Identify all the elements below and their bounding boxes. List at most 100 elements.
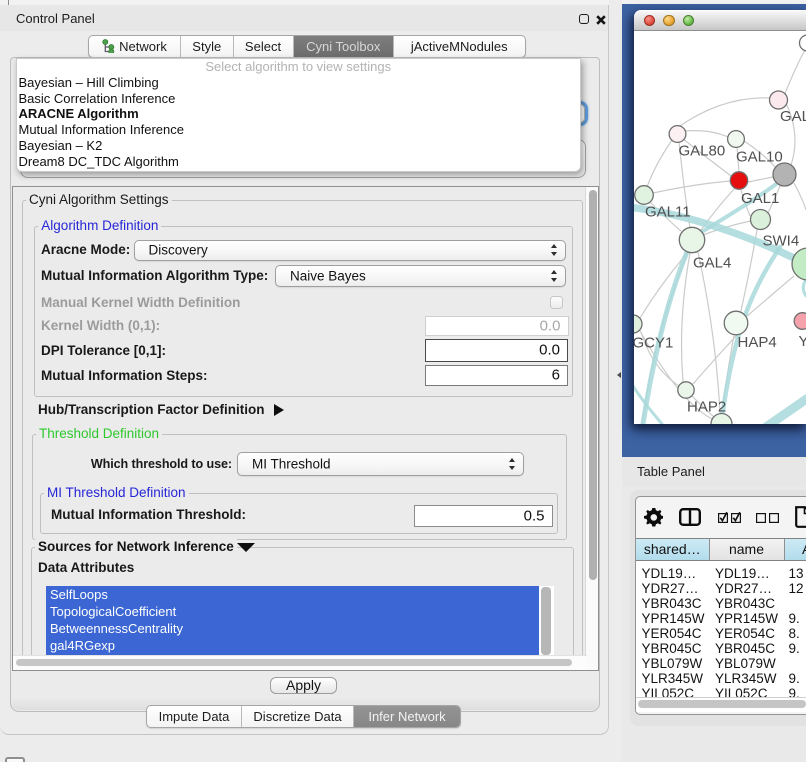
- float-window-icon[interactable]: [579, 14, 589, 24]
- network-edge: [794, 183, 806, 210]
- divider-collapse-arrow[interactable]: [617, 372, 621, 378]
- cell-name: YBL079W: [715, 656, 776, 671]
- mi-type-label: Mutual Information Algorithm Type:: [41, 267, 268, 285]
- table-row[interactable]: YBL079WYBL079W: [636, 656, 806, 671]
- tab-discretize-data[interactable]: Discretize Data: [242, 706, 354, 727]
- cyni-algorithm-settings-title: Cyni Algorithm Settings: [26, 192, 172, 207]
- aracne-mode-label: Aracne Mode:: [41, 241, 130, 259]
- table-row[interactable]: YER054CYER054C8.: [636, 626, 806, 641]
- which-threshold-combo[interactable]: MI Threshold: [237, 452, 524, 476]
- cell-name: YDL19…: [715, 566, 770, 581]
- network-node-GAL80[interactable]: [669, 126, 686, 143]
- kernel-width-field[interactable]: 0.0: [425, 316, 569, 336]
- mi-type-value: Naive Bayes: [290, 268, 366, 283]
- network-node-HAP4[interactable]: [724, 311, 748, 335]
- table-row[interactable]: YBR043CYBR043C: [636, 596, 806, 611]
- zoom-traffic-light[interactable]: [683, 15, 695, 27]
- mi-threshold-field[interactable]: 0.5: [414, 505, 553, 528]
- table-panel: Table Panel: [622, 457, 806, 762]
- tab-infer-network[interactable]: Infer Network: [354, 706, 460, 727]
- table-row[interactable]: YDL19…YDL19…13: [636, 566, 806, 581]
- split-panel-icon[interactable]: [679, 508, 701, 526]
- column-header-name[interactable]: name: [710, 539, 785, 560]
- document-icon[interactable]: [794, 506, 806, 528]
- list-item[interactable]: gal4RGexp: [46, 637, 539, 654]
- network-node-edge-top[interactable]: [800, 35, 806, 51]
- network-node-gray-node[interactable]: [773, 163, 796, 186]
- node-attribute-table[interactable]: shared…nameAYDL19…YDL19…13YDR27…YDR27…12…: [636, 538, 806, 697]
- node-label-GAL-pink: GAL: [780, 108, 806, 125]
- mi-steps-field[interactable]: 6: [425, 365, 568, 387]
- cell-c3: 13: [789, 566, 804, 581]
- sources-collapse-arrow-icon[interactable]: [237, 543, 255, 552]
- network-node-GAL1[interactable]: [730, 172, 747, 189]
- close-icon[interactable]: [596, 15, 606, 25]
- cell-c3: 9.: [789, 611, 800, 626]
- table-row[interactable]: YBR045CYBR045C9.: [636, 641, 806, 656]
- select-all-icon[interactable]: [718, 512, 742, 523]
- menu-item[interactable]: Basic Correlation Inference: [17, 91, 580, 107]
- network-window-titlebar[interactable]: [634, 10, 806, 31]
- node-label-HAP4: HAP4: [738, 334, 777, 351]
- hub-definition-label[interactable]: Hub/Transcription Factor Definition: [38, 401, 265, 419]
- network-node-GAL11[interactable]: [635, 186, 654, 205]
- list-item[interactable]: SelfLoops: [46, 586, 539, 603]
- tab-select[interactable]: Select: [234, 36, 294, 57]
- menu-item[interactable]: Mutual Information Inference: [17, 122, 580, 138]
- tab-cyni-toolbox[interactable]: Cyni Toolbox: [294, 36, 395, 57]
- table-row[interactable]: YDR27…YDR27…12: [636, 581, 806, 596]
- menu-item[interactable]: ARACNE Algorithm: [17, 106, 580, 122]
- column-header-label: shared…: [644, 541, 701, 557]
- network-node-GAL10[interactable]: [728, 131, 745, 148]
- vertical-scrollbar-thumb[interactable]: [589, 190, 597, 580]
- column-header-shared[interactable]: shared…: [636, 539, 710, 560]
- split-divider[interactable]: [609, 0, 622, 762]
- list-item[interactable]: TopologicalCoefficient: [46, 603, 539, 620]
- list-item[interactable]: BetweennessCentrality: [46, 620, 539, 637]
- network-node-GAL-pink[interactable]: [770, 91, 788, 109]
- menu-item[interactable]: Dream8 DC_TDC Algorithm: [17, 154, 580, 170]
- column-header-label: A: [785, 539, 806, 560]
- apply-button[interactable]: Apply: [270, 677, 337, 695]
- manual-kernel-label: Manual Kernel Width Definition: [41, 294, 240, 312]
- network-node-Y-pink[interactable]: [794, 313, 806, 330]
- tab-network[interactable]: Network: [89, 36, 181, 57]
- bottom-left-button[interactable]: [5, 757, 25, 762]
- network-edge: [677, 98, 770, 128]
- list-scrollbar-thumb[interactable]: [541, 587, 551, 655]
- menu-item[interactable]: Bayesian – Hill Climbing: [17, 75, 580, 91]
- network-edge: [647, 140, 672, 187]
- data-attributes-list[interactable]: SelfLoopsTopologicalCoefficientBetweenne…: [46, 586, 555, 656]
- minimize-traffic-light[interactable]: [663, 15, 675, 27]
- tab-impute-data[interactable]: Impute Data: [147, 706, 242, 727]
- dpi-tolerance-label: DPI Tolerance [0,1]:: [41, 342, 166, 360]
- table-row[interactable]: YPR145WYPR145W9.: [636, 611, 806, 626]
- sources-group-title[interactable]: Sources for Network Inference: [35, 539, 237, 554]
- column-header-A[interactable]: A: [785, 539, 806, 560]
- network-node-big-green[interactable]: [792, 248, 806, 280]
- close-traffic-light[interactable]: [644, 15, 656, 27]
- horizontal-scrollbar-thumb[interactable]: [16, 659, 572, 667]
- network-node-SWI4[interactable]: [751, 210, 771, 230]
- table-row[interactable]: YLR345WYLR345W9.: [636, 671, 806, 686]
- mi-type-combo[interactable]: Naive Bayes: [275, 265, 566, 287]
- hub-expand-arrow-icon[interactable]: [274, 404, 284, 416]
- manual-kernel-checkbox[interactable]: [550, 296, 564, 309]
- network-canvas[interactable]: GALGAL80GAL10GAL1GAL11SWI4GAL4GCY1HAP4YH…: [634, 31, 806, 424]
- gear-icon[interactable]: [644, 508, 663, 527]
- control-panel-titlebar[interactable]: Control Panel: [0, 5, 608, 31]
- tab-jactivemnodules[interactable]: jActiveMNodules: [394, 36, 525, 57]
- cell-name: YDR27…: [715, 581, 772, 596]
- table-panel-title: Table Panel: [637, 464, 705, 479]
- node-label-SWI4: SWI4: [763, 233, 800, 250]
- cell-name: YPR145W: [715, 611, 778, 626]
- tab-style[interactable]: Style: [181, 36, 234, 57]
- network-node-HAP2[interactable]: [678, 382, 694, 398]
- table-hscrollbar-thumb[interactable]: [638, 700, 806, 708]
- dpi-tolerance-field[interactable]: 0.0: [425, 339, 568, 362]
- aracne-mode-combo[interactable]: Discovery: [134, 240, 566, 262]
- table-panel-titlebar[interactable]: Table Panel: [622, 457, 806, 486]
- network-node-GAL4[interactable]: [679, 227, 704, 252]
- deselect-all-icon[interactable]: [756, 512, 780, 523]
- menu-item[interactable]: Bayesian – K2: [17, 138, 580, 154]
